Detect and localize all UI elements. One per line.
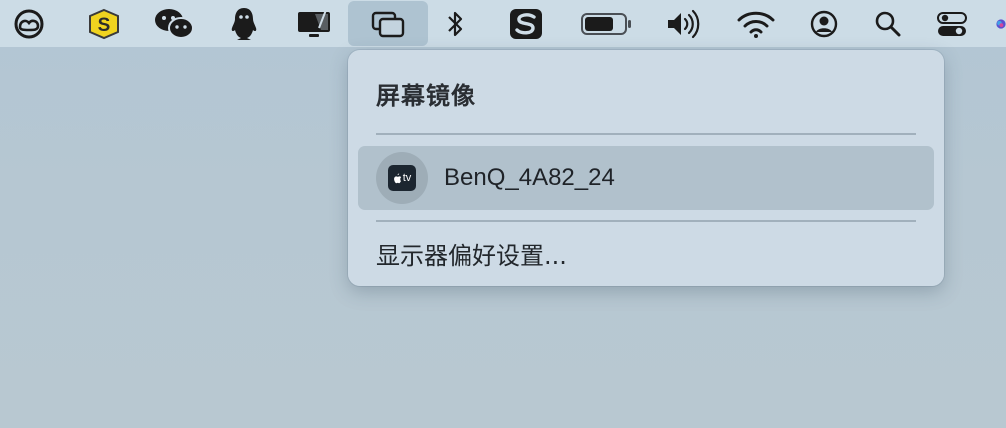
svg-text:S: S: [98, 15, 111, 36]
user-account-icon[interactable]: [806, 0, 842, 47]
siri-icon[interactable]: [996, 0, 1006, 47]
apple-tv-label: tv: [402, 172, 412, 184]
bluetooth-icon[interactable]: [438, 0, 472, 47]
device-name: BenQ_4A82_24: [444, 164, 615, 191]
creative-cloud-icon[interactable]: [6, 0, 52, 47]
apple-tv-icon: tv: [388, 165, 416, 191]
qq-penguin-icon[interactable]: [226, 0, 262, 47]
apple-tv-device-icon: tv: [376, 152, 428, 204]
battery-icon[interactable]: [576, 0, 636, 47]
menu-bar: S: [0, 0, 1006, 47]
popover-title: 屏幕镜像: [376, 82, 476, 110]
divider: [376, 220, 916, 222]
screen-mirroring-icon[interactable]: [348, 1, 428, 46]
display-preferences-link[interactable]: 显示器偏好设置...: [376, 236, 567, 271]
screen-mirroring-popover: 屏幕镜像 tv BenQ_4A82_24 显示器偏好设置...: [348, 50, 944, 286]
spotlight-search-icon[interactable]: [870, 0, 906, 47]
sidecar-display-icon[interactable]: [294, 0, 334, 47]
wifi-icon[interactable]: [734, 0, 778, 47]
wechat-icon[interactable]: [150, 0, 198, 47]
sogou-s-icon[interactable]: S: [84, 0, 124, 47]
control-center-icon[interactable]: [932, 0, 972, 47]
volume-icon[interactable]: [662, 0, 706, 47]
s-app-icon[interactable]: [506, 0, 546, 47]
divider: [376, 133, 916, 135]
device-item[interactable]: tv BenQ_4A82_24: [358, 146, 934, 210]
